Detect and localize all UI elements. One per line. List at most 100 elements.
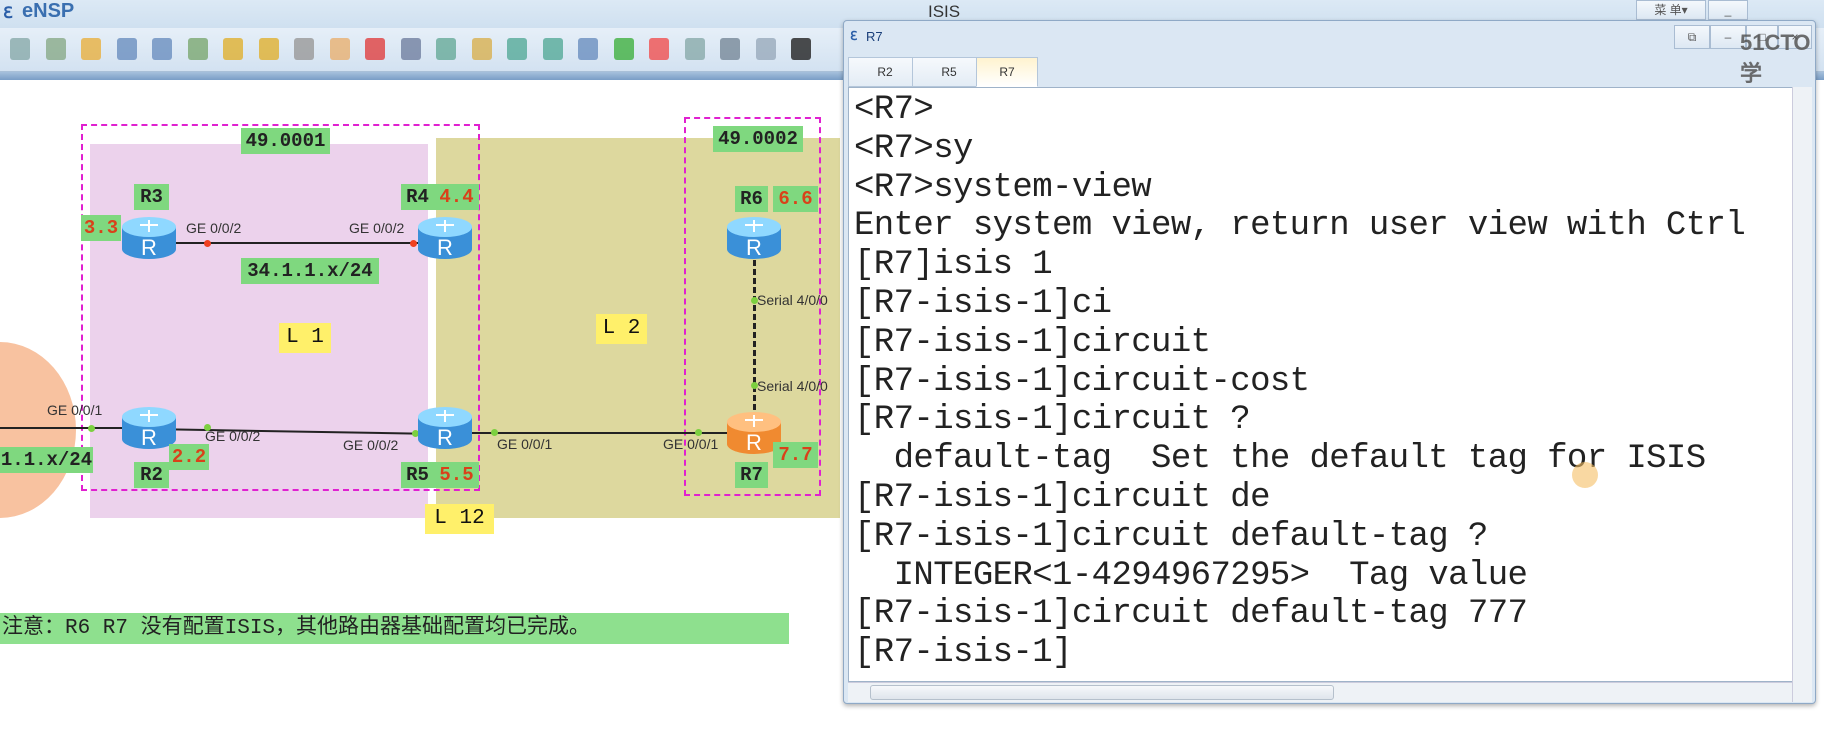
ensp-logo-icon: ℇ [3, 5, 13, 22]
menu-button[interactable]: 菜 单▾ [1636, 0, 1706, 20]
terminal-line: [R7-isis-1]circuit [854, 323, 1211, 362]
text-icon[interactable] [436, 38, 456, 60]
router-icon[interactable]: R [416, 405, 474, 451]
terminal-line: INTEGER<1-4294967295> Tag value [854, 556, 1528, 595]
note-banner: 注意：R6 R7 没有配置ISIS，其他路由器基础配置均已完成。 [0, 613, 789, 644]
scrollbar-thumb[interactable] [870, 685, 1334, 700]
start-icon[interactable] [613, 38, 634, 60]
svg-text:R: R [437, 425, 453, 450]
terminal-line: [R7-isis-1]circuit default-tag 777 [854, 595, 1528, 634]
terminal-line: [R7-isis-1]ci [854, 284, 1112, 323]
terminal-line: [R7-isis-1]circuit-cost [854, 362, 1310, 401]
loopback-label: 7.7 [773, 442, 818, 468]
console-window: ℇ R7 ⧉ – □ × R2 R5 R7 <R7> <R7>sy <R7>syst… [843, 20, 1816, 704]
app-minimize-button[interactable]: _ [1708, 0, 1748, 20]
zoom-in-icon[interactable] [507, 38, 527, 60]
app-title: eNSP [22, 0, 75, 22]
cli-icon[interactable] [791, 38, 811, 60]
port-label: GE 0/0/1 [497, 436, 553, 452]
mouse-cursor-highlight [1572, 462, 1598, 488]
svg-text:R: R [746, 235, 762, 260]
router-name-label: R5 [401, 462, 434, 488]
open-icon[interactable] [81, 38, 101, 60]
router-name-label: R7 [735, 462, 768, 488]
save-as-icon[interactable] [152, 38, 172, 60]
port-label: GE 0/0/2 [205, 428, 261, 444]
svg-text:R: R [141, 235, 157, 260]
palette-icon[interactable] [471, 38, 492, 60]
svg-text:R: R [746, 430, 762, 455]
window-icon[interactable] [755, 38, 776, 60]
terminal-line: <R7>system-view [854, 168, 1152, 207]
delete-link-icon[interactable] [400, 38, 421, 60]
port-dot [695, 429, 702, 436]
subnet-label: 34.1.1.x/24 [241, 258, 379, 284]
tab-r5[interactable]: R5 [912, 57, 986, 87]
terminal-line: Enter system view, return user view with… [854, 207, 1746, 246]
port-label: Serial 4/0/0 [757, 292, 828, 308]
capture-icon[interactable] [684, 38, 705, 60]
watermark-logo: 51CTO学 [1740, 30, 1811, 86]
router-name-label: R3 [134, 184, 169, 210]
terminal-line: [R7-isis-1] [854, 634, 1072, 673]
terminal-line: [R7-isis-1]circuit ? [854, 401, 1251, 440]
router-name-label: R2 [134, 462, 169, 488]
port-label: GE 0/0/2 [186, 220, 242, 236]
area-left-region [0, 342, 76, 518]
pan-icon[interactable] [329, 38, 350, 60]
topology-icon[interactable] [720, 38, 740, 60]
loopback-label: 2.2 [169, 444, 209, 470]
port-dot [204, 240, 211, 247]
router-name-label: R4 [401, 184, 434, 210]
port-label: GE 0/0/2 [343, 437, 399, 453]
svg-text:R: R [141, 425, 157, 450]
terminal-line: default-tag Set the default tag for ISIS [854, 440, 1707, 479]
restore-window-icon[interactable]: ⧉ [1674, 25, 1710, 49]
port-dot [491, 429, 498, 436]
subnet-label: 1.1.x/24 [0, 447, 93, 473]
area-id-label: 49.0002 [713, 126, 803, 152]
ensp-logo-icon: ℇ [850, 29, 858, 43]
new-topology-icon[interactable] [10, 38, 30, 60]
terminal-line: [R7-isis-1]circuit de [854, 478, 1270, 517]
vertical-scrollbar[interactable] [1792, 87, 1812, 702]
port-label: Serial 4/0/0 [757, 378, 828, 394]
terminal-line: [R7]isis 1 [854, 246, 1053, 285]
link-r3-r4[interactable] [150, 242, 445, 244]
level-label-l12: L 12 [425, 504, 494, 534]
loopback-label: 4.4 [434, 184, 479, 210]
terminal-line: <R7> [854, 91, 934, 129]
loopback-label: 6.6 [773, 186, 818, 212]
port-label: GE 0/0/2 [349, 220, 405, 236]
tab-r2[interactable]: R2 [848, 57, 922, 87]
print-icon[interactable] [187, 38, 208, 60]
select-icon[interactable] [294, 38, 314, 60]
level-label-l2: L 2 [596, 314, 647, 344]
loopback-label: 3.3 [81, 215, 121, 241]
topology-title: ISIS [928, 2, 961, 21]
port-dot [88, 425, 95, 432]
undo-icon[interactable] [223, 38, 243, 60]
router-name-label: R6 [735, 186, 768, 212]
router-icon[interactable]: R [120, 215, 178, 261]
terminal-output[interactable]: <R7> <R7>sy <R7>system-view Enter system vi… [848, 87, 1794, 682]
terminal-line: <R7>sy [854, 129, 973, 168]
redo-icon[interactable] [258, 38, 279, 60]
router-icon[interactable]: R [725, 215, 783, 261]
loopback-label: 5.5 [434, 462, 479, 488]
area-id-label: 49.0001 [241, 128, 330, 154]
zoom-out-icon[interactable] [542, 38, 563, 60]
port-label: GE 0/0/1 [663, 436, 719, 452]
stop-icon[interactable] [649, 38, 669, 60]
terminal-line: [R7-isis-1]circuit default-tag ? [854, 517, 1488, 556]
router-icon[interactable]: R [416, 215, 474, 261]
tab-r7[interactable]: R7 [976, 57, 1038, 87]
new-blank-icon[interactable] [45, 38, 66, 60]
console-window-title: R7 [866, 29, 883, 44]
svg-text:R: R [437, 235, 453, 260]
save-icon[interactable] [116, 38, 137, 60]
delete-icon[interactable] [365, 38, 385, 60]
terminal-lines: <R7> <R7>sy <R7>system-view Enter system vi… [854, 91, 1746, 673]
fit-icon[interactable] [578, 38, 598, 60]
horizontal-scrollbar[interactable] [848, 682, 1792, 702]
